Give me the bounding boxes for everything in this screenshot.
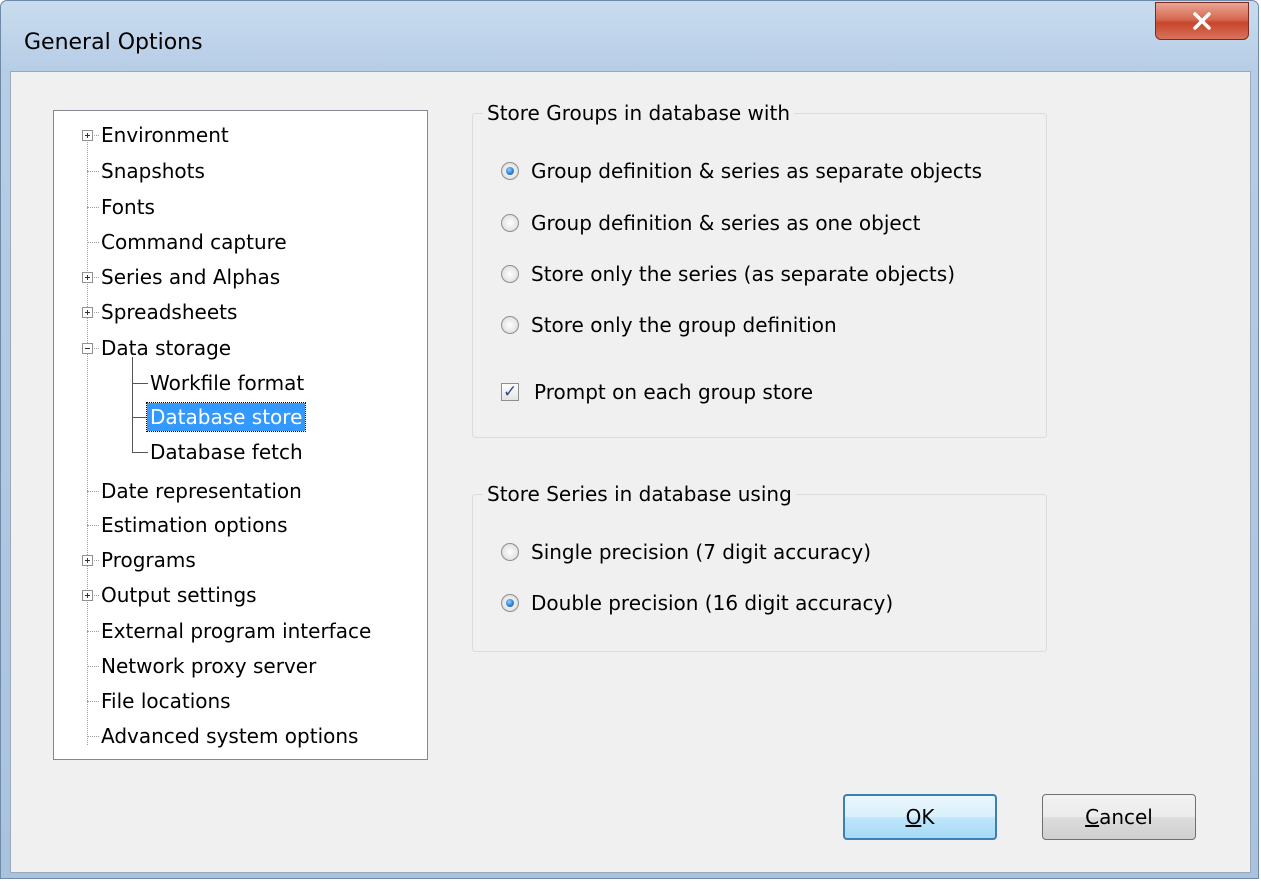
tree-item-programs[interactable]: Programs xyxy=(98,544,199,576)
tree-connector xyxy=(132,417,148,418)
tree-item-snapshots[interactable]: Snapshots xyxy=(98,155,208,187)
tree-item-data-storage[interactable]: Data storage xyxy=(98,332,234,364)
ok-button[interactable]: OK xyxy=(843,794,997,840)
dialog-client-area: Environment Snapshots Fonts Command capt… xyxy=(10,71,1251,873)
expand-icon[interactable] xyxy=(82,272,93,283)
tree-item-spreadsheets[interactable]: Spreadsheets xyxy=(98,296,240,328)
tree-item-command-capture[interactable]: Command capture xyxy=(98,226,290,258)
tree-item-environment[interactable]: Environment xyxy=(98,119,232,151)
radio-button[interactable] xyxy=(501,316,519,334)
tree-item-network-proxy-server[interactable]: Network proxy server xyxy=(98,650,319,682)
tree-connector xyxy=(132,357,133,452)
radio-button[interactable] xyxy=(501,162,519,180)
close-icon xyxy=(1193,12,1211,30)
radio-button[interactable] xyxy=(501,214,519,232)
tree-item-output-settings[interactable]: Output settings xyxy=(98,579,260,611)
store-groups-groupbox: Store Groups in database with Group defi… xyxy=(472,101,1047,438)
tree-item-file-locations[interactable]: File locations xyxy=(98,685,234,717)
expand-icon[interactable] xyxy=(82,130,93,141)
tree-item-external-program-interface[interactable]: External program interface xyxy=(98,615,374,647)
general-options-dialog: General Options Environment Snapshots Fo… xyxy=(0,0,1259,879)
store-series-title: Store Series in database using xyxy=(483,482,796,506)
close-button[interactable] xyxy=(1155,2,1249,40)
radio-button[interactable] xyxy=(501,265,519,283)
tree-item-fonts[interactable]: Fonts xyxy=(98,191,158,223)
checkbox[interactable] xyxy=(501,376,519,408)
radio-button[interactable] xyxy=(501,543,519,561)
tree-item-database-store[interactable]: Database store xyxy=(145,401,307,433)
expand-icon[interactable] xyxy=(82,555,93,566)
tree-item-series-and-alphas[interactable]: Series and Alphas xyxy=(98,261,283,293)
store-groups-title: Store Groups in database with xyxy=(483,101,794,125)
tree-item-database-fetch[interactable]: Database fetch xyxy=(147,436,306,468)
tree-item-advanced-system-options[interactable]: Advanced system options xyxy=(98,720,361,752)
expand-icon[interactable] xyxy=(82,590,93,601)
tree-connector xyxy=(87,135,88,745)
collapse-icon[interactable] xyxy=(82,343,93,354)
store-series-groupbox: Store Series in database using Single pr… xyxy=(472,482,1047,652)
expand-icon[interactable] xyxy=(82,307,93,318)
tree-item-workfile-format[interactable]: Workfile format xyxy=(147,367,307,399)
dialog-title: General Options xyxy=(24,30,203,55)
options-tree[interactable]: Environment Snapshots Fonts Command capt… xyxy=(53,110,428,760)
tree-connector xyxy=(132,383,148,384)
title-bar[interactable]: General Options xyxy=(1,1,1258,71)
cancel-button[interactable]: Cancel xyxy=(1042,794,1196,840)
tree-item-estimation-options[interactable]: Estimation options xyxy=(98,509,291,541)
tree-connector xyxy=(132,452,148,453)
tree-item-date-representation[interactable]: Date representation xyxy=(98,475,305,507)
radio-button[interactable] xyxy=(501,594,519,612)
